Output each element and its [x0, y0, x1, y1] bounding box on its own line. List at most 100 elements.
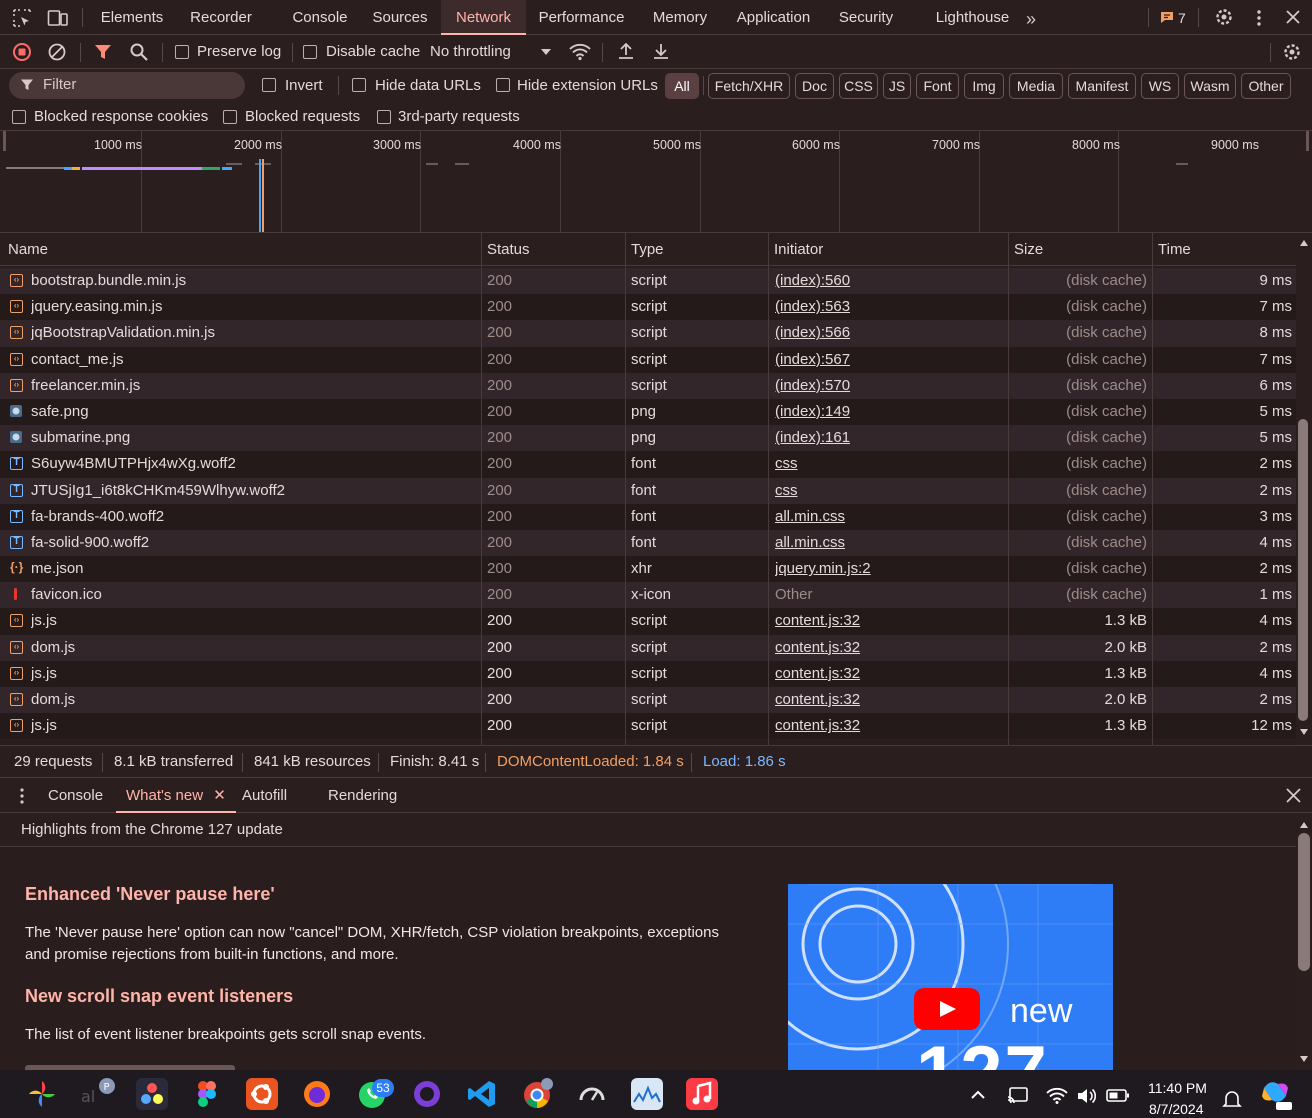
table-row[interactable]: ‹› js.js 200 script content.js:32 1.3 kB 12 ms	[0, 713, 1296, 740]
apple-music-icon[interactable]	[686, 1078, 718, 1110]
blocked-cookies-label[interactable]: Blocked response cookies	[34, 108, 208, 125]
request-name[interactable]: bootstrap.bundle.min.js	[31, 268, 479, 294]
wifi-icon[interactable]	[1046, 1087, 1068, 1105]
column-time[interactable]: Time	[1150, 233, 1191, 266]
throttling-select[interactable]: No throttling	[430, 43, 511, 60]
drawer-scrollbar[interactable]	[1296, 813, 1312, 1070]
device-toolbar-icon[interactable]	[47, 8, 69, 28]
import-har-upload-icon[interactable]	[617, 41, 635, 61]
type-filter-manifest[interactable]: Manifest	[1068, 73, 1136, 99]
battery-icon[interactable]	[1106, 1088, 1130, 1104]
vscode-icon[interactable]	[466, 1078, 498, 1110]
type-filter-fetch-xhr[interactable]: Fetch/XHR	[708, 73, 790, 99]
invert-label[interactable]: Invert	[285, 77, 323, 94]
stop-recording-icon[interactable]	[12, 42, 32, 62]
drawer-tab-console[interactable]: Console	[48, 778, 103, 813]
type-filter-js[interactable]: JS	[883, 73, 911, 99]
network-settings-gear-icon[interactable]	[1282, 42, 1302, 62]
table-row[interactable]: T S6uyw4BMUTPHjx4wXg.woff2 200 font css (disk…	[0, 451, 1296, 478]
type-filter-img[interactable]: Img	[964, 73, 1004, 99]
scroll-up-arrow-icon[interactable]	[1299, 239, 1309, 247]
preserve-log-label[interactable]: Preserve log	[197, 43, 281, 60]
request-name[interactable]: me.json	[31, 556, 479, 582]
table-row[interactable]: ‹› jqBootstrapValidation.min.js 200 script (…	[0, 320, 1296, 347]
copilot-icon[interactable]	[1258, 1078, 1292, 1110]
request-initiator[interactable]: jquery.min.js:2	[775, 556, 1003, 582]
speedometer-icon[interactable]	[576, 1078, 608, 1110]
request-initiator[interactable]: (index):563	[775, 294, 1003, 320]
request-initiator[interactable]: css	[775, 451, 1003, 477]
disable-cache-checkbox[interactable]	[303, 45, 317, 59]
table-row[interactable]: ‹› dom.js 200 script content.js:32 2.0 kB 2 ms	[0, 634, 1296, 661]
request-name[interactable]: favicon.ico	[31, 582, 479, 608]
preserve-log-checkbox[interactable]	[175, 45, 189, 59]
table-row[interactable]: safe.png 200 png (index):149 (disk cache) 5 m…	[0, 398, 1296, 426]
hide-data-urls-label[interactable]: Hide data URLs	[375, 77, 481, 94]
more-tabs-chevron-icon[interactable]: »	[1026, 9, 1036, 30]
close-tab-icon[interactable]: ✕	[213, 787, 226, 804]
table-row[interactable]: Tfa-solid-900.woff2 200 font all.min.css (di…	[0, 529, 1296, 557]
filter-input[interactable]: Filter	[9, 72, 245, 99]
clear-icon[interactable]	[47, 42, 67, 62]
clock-date[interactable]: 8/7/2024	[1149, 1101, 1204, 1117]
request-initiator[interactable]: (index):560	[775, 268, 1003, 294]
tab-application[interactable]: Application	[726, 0, 821, 35]
table-row[interactable]: submarine.png 200 png (index):161 (disk cach…	[0, 425, 1296, 452]
close-drawer-icon[interactable]	[1285, 787, 1302, 804]
davinci-resolve-icon[interactable]	[136, 1078, 168, 1110]
table-row[interactable]: ‹› bootstrap.bundle.min.js 200 script (index…	[0, 268, 1296, 295]
section-heading[interactable]: New scroll snap event listeners	[25, 986, 293, 1007]
section-heading[interactable]: Enhanced 'Never pause here'	[25, 884, 275, 905]
table-row[interactable]: {·} me.json 200 xhr jquery.min.js:2 (disk cac…	[0, 556, 1296, 583]
request-name[interactable]: fa-solid-900.woff2	[31, 530, 479, 556]
table-row[interactable]: favicon.ico 200 x-icon Other (disk cache) 1 m…	[0, 582, 1296, 609]
cast-icon[interactable]	[1007, 1087, 1029, 1105]
type-filter-doc[interactable]: Doc	[795, 73, 834, 99]
notifications-icon[interactable]	[1222, 1089, 1242, 1109]
tab-elements[interactable]: Elements	[88, 0, 176, 35]
tab-recorder[interactable]: Recorder	[181, 0, 261, 35]
hide-data-urls-checkbox[interactable]	[352, 78, 366, 92]
type-filter-other[interactable]: Other	[1241, 73, 1291, 99]
issues-icon[interactable]	[1160, 11, 1174, 24]
export-har-download-icon[interactable]	[652, 41, 670, 61]
overview-left-handle[interactable]	[3, 131, 6, 151]
request-name[interactable]: dom.js	[31, 687, 479, 713]
chrome-icon[interactable]	[521, 1078, 553, 1110]
volume-icon[interactable]	[1076, 1087, 1098, 1105]
request-name[interactable]: submarine.png	[31, 425, 479, 451]
type-filter-font[interactable]: Font	[916, 73, 959, 99]
table-row[interactable]: ‹› jquery.easing.min.js 200 script (index):5…	[0, 294, 1296, 321]
request-name[interactable]: fa-brands-400.woff2	[31, 504, 479, 530]
request-initiator[interactable]: content.js:32	[775, 687, 1003, 713]
app-icon[interactable]: al P	[81, 1078, 115, 1110]
table-row[interactable]: ‹› freelancer.min.js 200 script (index):570 (…	[0, 372, 1296, 399]
request-name[interactable]: S6uyw4BMUTPHjx4wXg.woff2	[31, 451, 479, 477]
figma-icon[interactable]	[191, 1078, 223, 1110]
column-initiator[interactable]: Initiator	[766, 233, 823, 266]
request-initiator[interactable]: all.min.css	[775, 504, 1003, 530]
request-name[interactable]: JTUSjIg1_i6t8kCHKm459Wlhyw.woff2	[31, 478, 479, 504]
third-party-label[interactable]: 3rd-party requests	[398, 108, 520, 125]
table-scrollbar[interactable]	[1296, 233, 1312, 745]
request-initiator[interactable]: (index):149	[775, 399, 1003, 425]
request-initiator[interactable]: content.js:32	[775, 661, 1003, 687]
search-icon[interactable]	[129, 42, 149, 62]
tab-performance[interactable]: Performance	[530, 0, 633, 35]
blocked-requests-checkbox[interactable]	[223, 110, 237, 124]
drawer-scrollbar-thumb[interactable]	[1298, 833, 1310, 971]
request-initiator[interactable]: content.js:32	[775, 635, 1003, 661]
request-initiator[interactable]: css	[775, 478, 1003, 504]
scroll-up-arrow-icon[interactable]	[1299, 821, 1309, 829]
hide-extension-urls-checkbox[interactable]	[496, 78, 510, 92]
drawer-tab-whats-new[interactable]: What's new ✕	[116, 778, 236, 813]
photos-pinwheel-icon[interactable]	[26, 1078, 58, 1110]
table-row[interactable]: ‹› js.js 200 script content.js:32 1.3 kB 4 ms	[0, 660, 1296, 687]
table-row[interactable]: ‹› dom.js 200 script content.js:32 2.0 kB 2 ms	[0, 687, 1296, 714]
blocked-requests-label[interactable]: Blocked requests	[245, 108, 360, 125]
throttling-dropdown-icon[interactable]	[540, 48, 552, 56]
settings-gear-icon[interactable]	[1214, 7, 1234, 27]
table-row[interactable]: ‹› js.js 200 script content.js:32 1.3 kB 4 ms	[0, 608, 1296, 635]
type-filter-ws[interactable]: WS	[1141, 73, 1179, 99]
request-name[interactable]: freelancer.min.js	[31, 373, 479, 399]
